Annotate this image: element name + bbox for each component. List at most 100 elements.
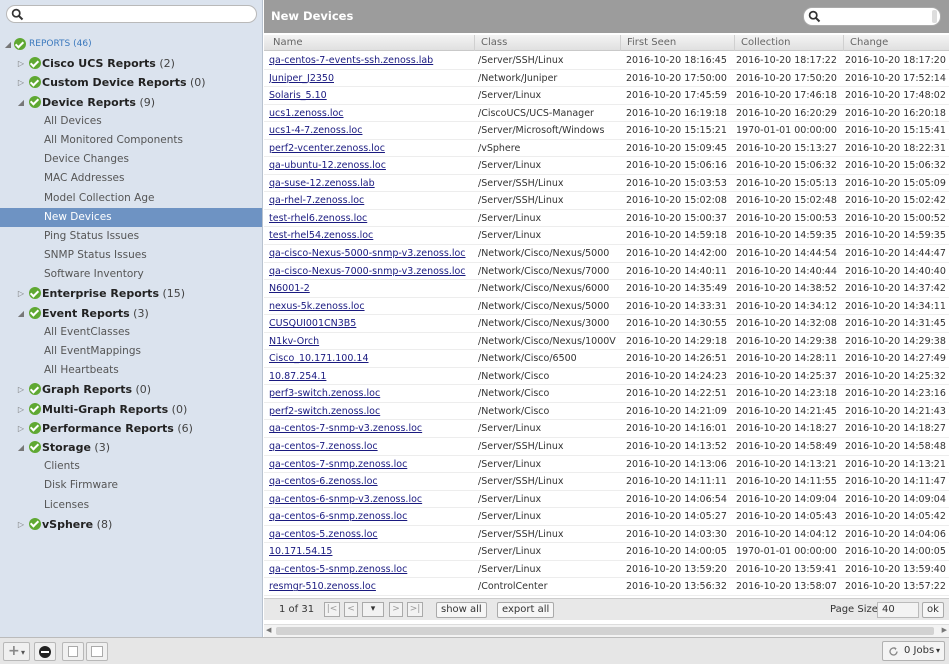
tree-leaf-licenses[interactable]: Licenses bbox=[0, 496, 262, 515]
device-name-link[interactable]: Solaris_5.10 bbox=[269, 87, 472, 105]
expand-triangle-icon[interactable]: ▷ bbox=[16, 400, 26, 419]
collapse-triangle-icon[interactable]: ◢ bbox=[16, 304, 26, 323]
table-row[interactable]: qa-centos-6.zenoss.loc/Server/SSH/Linux 2… bbox=[264, 473, 949, 491]
table-row[interactable]: Cisco_10.171.100.14/Network/Cisco/6500 20… bbox=[264, 350, 949, 368]
tree-group-vsphere[interactable]: ▷ vSphere (8) bbox=[0, 515, 262, 534]
tree-leaf-device-changes[interactable]: Device Changes bbox=[0, 150, 262, 169]
expand-triangle-icon[interactable]: ▷ bbox=[16, 380, 26, 399]
page-size-input[interactable]: 40 bbox=[877, 602, 919, 618]
column-header-class[interactable]: Class bbox=[474, 35, 620, 51]
tree-leaf-snmp-status-issues[interactable]: SNMP Status Issues bbox=[0, 246, 262, 265]
device-name-link[interactable]: test-rhel54.zenoss.loc bbox=[269, 227, 472, 245]
device-name-link[interactable]: 10.171.54.15 bbox=[269, 543, 472, 561]
expand-triangle-icon[interactable]: ▷ bbox=[16, 284, 26, 303]
device-name-link[interactable]: qa-centos-6.zenoss.loc bbox=[269, 473, 472, 491]
table-row[interactable]: 10.171.54.15/Server/Linux 2016-10-20 14:0… bbox=[264, 543, 949, 561]
device-name-link[interactable]: ucs1.zenoss.loc bbox=[269, 105, 472, 123]
table-row[interactable]: perf3-switch.zenoss.loc/Network/Cisco 201… bbox=[264, 385, 949, 403]
column-header-collection[interactable]: Collection bbox=[734, 35, 843, 51]
device-name-link[interactable]: qa-centos-6-snmp.zenoss.loc bbox=[269, 508, 472, 526]
table-row[interactable]: qa-ubuntu-12.zenoss.loc/Server/Linux 2016… bbox=[264, 157, 949, 175]
next-page-button[interactable]: > bbox=[389, 602, 403, 617]
table-row[interactable]: qa-centos-6-snmp.zenoss.loc/Server/Linux… bbox=[264, 508, 949, 526]
device-name-link[interactable]: qa-centos-7-events-ssh.zenoss.lab bbox=[269, 52, 472, 70]
device-name-link[interactable]: qa-centos-7-snmp-v3.zenoss.loc bbox=[269, 420, 472, 438]
expand-triangle-icon[interactable]: ▷ bbox=[16, 54, 26, 73]
table-row[interactable]: N1kv-Orch/Network/Cisco/Nexus/1000V 2016-… bbox=[264, 333, 949, 351]
column-header-change[interactable]: Change bbox=[843, 35, 949, 51]
expand-triangle-icon[interactable]: ▷ bbox=[16, 515, 26, 534]
tree-leaf-mac-addresses[interactable]: MAC Addresses bbox=[0, 169, 262, 188]
device-name-link[interactable]: qa-centos-7.zenoss.loc bbox=[269, 438, 472, 456]
tree-group-device-reports[interactable]: ◢ Device Reports (9) bbox=[0, 93, 262, 112]
table-row[interactable]: N6001-2/Network/Cisco/Nexus/6000 2016-10-… bbox=[264, 280, 949, 298]
device-name-link[interactable]: qa-centos-5-snmp.zenoss.loc bbox=[269, 561, 472, 579]
device-name-link[interactable]: perf3-switch.zenoss.loc bbox=[269, 385, 472, 403]
device-name-link[interactable]: ucs1-4-7.zenoss.loc bbox=[269, 122, 472, 140]
horizontal-scrollbar[interactable]: ◀ ▶ bbox=[264, 624, 949, 637]
device-name-link[interactable]: N6001-2 bbox=[269, 280, 472, 298]
grid-search-input[interactable] bbox=[803, 7, 941, 26]
tree-leaf-ping-status-issues[interactable]: Ping Status Issues bbox=[0, 227, 262, 246]
page-size-ok-button[interactable]: ok bbox=[922, 602, 944, 618]
device-name-link[interactable]: perf2-vcenter.zenoss.loc bbox=[269, 140, 472, 158]
device-name-link[interactable]: test-rhel6.zenoss.loc bbox=[269, 210, 472, 228]
add-menu-button[interactable]: + ▾ bbox=[3, 642, 30, 661]
device-name-link[interactable]: qa-centos-6-snmp-v3.zenoss.loc bbox=[269, 491, 472, 509]
search-clear-handle[interactable] bbox=[932, 10, 937, 23]
collapse-triangle-icon[interactable]: ◢ bbox=[3, 35, 13, 54]
tree-leaf-all-devices[interactable]: All Devices bbox=[0, 112, 262, 131]
tree-group-custom-device-reports[interactable]: ▷ Custom Device Reports (0) bbox=[0, 73, 262, 92]
table-row[interactable]: qa-centos-6-snmp-v3.zenoss.loc/Server/Li… bbox=[264, 491, 949, 509]
device-name-link[interactable]: qa-suse-12.zenoss.lab bbox=[269, 175, 472, 193]
collapse-triangle-icon[interactable]: ◢ bbox=[16, 93, 26, 112]
tree-leaf-clients[interactable]: Clients bbox=[0, 457, 262, 476]
device-name-link[interactable]: perf2-switch.zenoss.loc bbox=[269, 403, 472, 421]
tree-leaf-software-inventory[interactable]: Software Inventory bbox=[0, 265, 262, 284]
table-row[interactable]: qa-centos-7-snmp.zenoss.loc/Server/Linux… bbox=[264, 456, 949, 474]
table-row[interactable]: CUSQUI001CN3B5/Network/Cisco/Nexus/3000 2… bbox=[264, 315, 949, 333]
tree-group-graph-reports[interactable]: ▷ Graph Reports (0) bbox=[0, 380, 262, 399]
table-row[interactable]: qa-suse-12.zenoss.lab/Server/SSH/Linux 20… bbox=[264, 175, 949, 193]
scroll-right-icon[interactable]: ▶ bbox=[942, 626, 947, 634]
device-name-link[interactable]: Juniper_J2350 bbox=[269, 70, 472, 88]
table-row[interactable]: qa-centos-7.zenoss.loc/Server/SSH/Linux 2… bbox=[264, 438, 949, 456]
show-all-button[interactable]: show all bbox=[436, 602, 487, 618]
table-row[interactable]: test-rhel54.zenoss.loc/Server/Linux 2016-… bbox=[264, 227, 949, 246]
tree-leaf-disk-firmware[interactable]: Disk Firmware bbox=[0, 476, 262, 495]
device-name-link[interactable]: qa-cisco-Nexus-7000-snmp-v3.zenoss.loc bbox=[269, 263, 472, 281]
column-header-name[interactable]: Name bbox=[264, 35, 474, 51]
tree-group-performance-reports[interactable]: ▷ Performance Reports (6) bbox=[0, 419, 262, 438]
table-row[interactable]: ucs1.zenoss.loc/CiscoUCS/UCS-Manager 2016… bbox=[264, 105, 949, 123]
device-name-link[interactable]: CUSQUI001CN3B5 bbox=[269, 315, 472, 333]
table-row[interactable]: perf2-switch.zenoss.loc/Network/Cisco 201… bbox=[264, 403, 949, 421]
device-name-link[interactable]: qa-centos-5.zenoss.loc bbox=[269, 526, 472, 544]
page-select-dropdown[interactable]: ▾ bbox=[362, 602, 384, 617]
table-row[interactable]: Solaris_5.10/Server/Linux 2016-10-20 17:4… bbox=[264, 87, 949, 105]
table-row[interactable]: qa-rhel-7.zenoss.loc/Server/SSH/Linux 201… bbox=[264, 192, 949, 210]
table-row[interactable]: perf2-vcenter.zenoss.loc/vSphere 2016-10-… bbox=[264, 140, 949, 158]
export-all-button[interactable]: export all bbox=[497, 602, 555, 618]
copy-button[interactable] bbox=[62, 642, 84, 661]
tree-leaf-all-heartbeats[interactable]: All Heartbeats bbox=[0, 361, 262, 380]
device-name-link[interactable]: resmgr-510.zenoss.loc bbox=[269, 578, 472, 596]
tree-leaf-all-eventclasses[interactable]: All EventClasses bbox=[0, 323, 262, 342]
column-header-first-seen[interactable]: First Seen bbox=[620, 35, 734, 51]
table-row[interactable]: qa-centos-7-events-ssh.zenoss.lab/Server… bbox=[264, 52, 949, 70]
device-name-link[interactable]: Cisco_10.171.100.14 bbox=[269, 350, 472, 368]
tree-group-cisco-ucs-reports[interactable]: ▷ Cisco UCS Reports (2) bbox=[0, 54, 262, 73]
tree-group-enterprise-reports[interactable]: ▷ Enterprise Reports (15) bbox=[0, 284, 262, 303]
expand-triangle-icon[interactable]: ▷ bbox=[16, 419, 26, 438]
tree-search-input[interactable] bbox=[6, 5, 257, 23]
tree-leaf-all-eventmappings[interactable]: All EventMappings bbox=[0, 342, 262, 361]
tree-group-storage[interactable]: ◢ Storage (3) bbox=[0, 438, 262, 457]
tree-group-event-reports[interactable]: ◢ Event Reports (3) bbox=[0, 304, 262, 323]
table-row[interactable]: qa-centos-7-snmp-v3.zenoss.loc/Server/Li… bbox=[264, 420, 949, 439]
table-row[interactable]: ucs1-4-7.zenoss.loc/Server/Microsoft/Win… bbox=[264, 122, 949, 140]
tree-group-multi-graph-reports[interactable]: ▷ Multi-Graph Reports (0) bbox=[0, 400, 262, 419]
edit-button[interactable] bbox=[86, 642, 108, 661]
device-name-link[interactable]: 10.87.254.1 bbox=[269, 368, 472, 386]
tree-group-reports-46[interactable]: ◢ REPORTS (46) bbox=[0, 35, 262, 54]
table-row[interactable]: resmgr-510.zenoss.loc/ControlCenter 2016-… bbox=[264, 578, 949, 596]
table-row[interactable]: qa-cisco-Nexus-5000-snmp-v3.zenoss.loc/N… bbox=[264, 245, 949, 263]
